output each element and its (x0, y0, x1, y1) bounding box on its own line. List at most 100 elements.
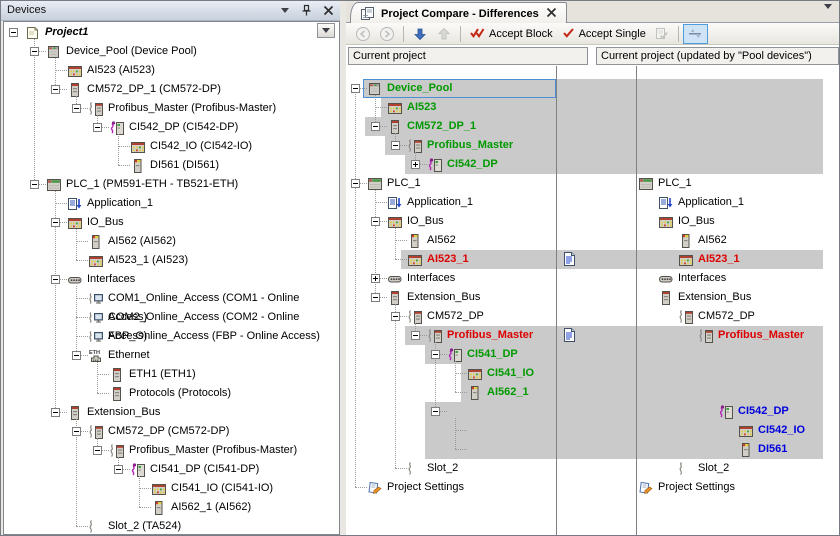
expander-collapse[interactable] (51, 218, 60, 227)
device-ci542-io-ci542-io-[interactable]: CI542_IO (CI542-IO) (150, 137, 252, 156)
previous-difference-button[interactable] (432, 24, 456, 44)
expander-collapse[interactable] (51, 85, 60, 94)
expander-collapse[interactable] (51, 275, 60, 284)
compare-left-ai562[interactable]: AI562 (427, 231, 456, 250)
device-com1-online-access-com1-online-access-[interactable]: COM1_Online_Access (COM1 - Online Access… (108, 289, 339, 308)
device-device-pool-device-pool-[interactable]: Device_Pool (Device Pool) (66, 42, 197, 61)
device-eth1-eth1-[interactable]: ETH1 (ETH1) (129, 365, 196, 384)
compare-right-interfaces[interactable]: Interfaces (678, 269, 726, 288)
device-ci542-dp-ci542-dp-[interactable]: CI542_DP (CI542-DP) (129, 118, 238, 137)
expander-collapse[interactable] (51, 408, 60, 417)
device-ai523-ai523-[interactable]: AI523 (AI523) (87, 61, 155, 80)
device-com2-online-access-com2-online-access-[interactable]: COM2_Online_Access (COM2 - Online Access… (108, 308, 339, 327)
device-ci541-io-ci541-io-[interactable]: CI541_IO (CI541-IO) (171, 479, 273, 498)
device-di561-di561-[interactable]: DI561 (DI561) (150, 156, 219, 175)
compare-left-profibus-master[interactable]: Profibus_Master (447, 326, 533, 345)
device-ai562-ai562-[interactable]: AI562 (AI562) (108, 232, 176, 251)
show-differences-toggle[interactable] (683, 24, 708, 44)
device-ai562-1-ai562-[interactable]: AI562_1 (AI562) (171, 498, 251, 517)
expander-collapse[interactable] (72, 427, 81, 436)
devices-dropdown-button[interactable] (317, 23, 335, 38)
compare-left-ci541-io[interactable]: CI541_IO (487, 364, 534, 383)
device-profibus-master-profibus-master-[interactable]: Profibus_Master (Profibus-Master) (129, 441, 297, 460)
compare-right-ai562[interactable]: AI562 (698, 231, 727, 250)
compare-left-cm572-dp[interactable]: CM572_DP (427, 307, 484, 326)
compare-right-application-1[interactable]: Application_1 (678, 193, 744, 212)
tab-project-compare[interactable]: Project Compare - Differences (350, 2, 567, 24)
expander-collapse[interactable] (431, 407, 440, 416)
compare-left-device-pool[interactable]: Device_Pool (387, 79, 452, 98)
compare-right-profibus-master[interactable]: Profibus_Master (718, 326, 804, 345)
expander-collapse[interactable] (72, 104, 81, 113)
device-profibus-master-profibus-master-[interactable]: Profibus_Master (Profibus-Master) (108, 99, 276, 118)
expander-collapse[interactable] (411, 331, 420, 340)
compare-right-plc-1[interactable]: PLC_1 (658, 174, 692, 193)
column-separator-right[interactable] (636, 66, 637, 535)
accept-block-button[interactable]: Accept Block (465, 24, 557, 44)
device-slot-2-ta524-[interactable]: Slot_2 (TA524) (108, 517, 181, 535)
compare-left-ai562-1[interactable]: AI562_1 (487, 383, 529, 402)
compare-left-io-bus[interactable]: IO_Bus (407, 212, 444, 231)
expander-collapse[interactable] (9, 28, 18, 37)
compare-left-application-1[interactable]: Application_1 (407, 193, 473, 212)
expander-collapse[interactable] (431, 350, 440, 359)
tab-close-icon[interactable] (544, 5, 559, 23)
column-separator-left[interactable] (556, 66, 557, 535)
compare-left-plc-1[interactable]: PLC_1 (387, 174, 421, 193)
device-interfaces[interactable]: Interfaces (87, 270, 135, 289)
expander-collapse[interactable] (391, 141, 400, 150)
device-ci541-dp-ci541-dp-[interactable]: CI541_DP (CI541-DP) (150, 460, 259, 479)
device-protocols-protocols-[interactable]: Protocols (Protocols) (129, 384, 231, 403)
compare-right-slot-2[interactable]: Slot_2 (698, 459, 729, 478)
compare-right-ci542-dp[interactable]: CI542_DP (738, 402, 789, 421)
compare-right-di561[interactable]: DI561 (758, 440, 787, 459)
compare-right-extension-bus[interactable]: Extension_Bus (678, 288, 751, 307)
device-cm572-dp-1-cm572-dp-[interactable]: CM572_DP_1 (CM572-DP) (87, 80, 221, 99)
device-extension-bus[interactable]: Extension_Bus (87, 403, 160, 422)
expander-collapse[interactable] (30, 180, 39, 189)
nav-forward-button[interactable] (375, 24, 399, 44)
expander-collapse[interactable] (391, 312, 400, 321)
compare-left-extension-bus[interactable]: Extension_Bus (407, 288, 480, 307)
expander-collapse[interactable] (114, 465, 123, 474)
compare-left-interfaces[interactable]: Interfaces (407, 269, 455, 288)
accept-single-button[interactable]: Accept Single (557, 24, 650, 44)
next-difference-button[interactable] (408, 24, 432, 44)
device-project1[interactable]: Project1 (45, 23, 88, 42)
device-application-1[interactable]: Application_1 (87, 194, 153, 213)
compare-right-ci542-io[interactable]: CI542_IO (758, 421, 805, 440)
compare-left-ai523-1[interactable]: AI523_1 (427, 250, 469, 269)
accept-all-button[interactable] (650, 24, 674, 44)
compare-left-cm572-dp-1[interactable]: CM572_DP_1 (407, 117, 476, 136)
expander-collapse[interactable] (371, 217, 380, 226)
expander-collapse[interactable] (30, 47, 39, 56)
expander-expand[interactable] (411, 160, 420, 169)
expander-collapse[interactable] (72, 351, 81, 360)
expander-collapse[interactable] (351, 179, 360, 188)
pin-icon[interactable] (299, 3, 314, 18)
compare-left-ai523[interactable]: AI523 (407, 98, 436, 117)
device-io-bus[interactable]: IO_Bus (87, 213, 124, 232)
compare-right-project-settings[interactable]: Project Settings (658, 478, 735, 497)
expander-collapse[interactable] (371, 293, 380, 302)
device-ai523-1-ai523-[interactable]: AI523_1 (AI523) (108, 251, 188, 270)
device-plc-1-pm591-eth-tb521-eth-[interactable]: PLC_1 (PM591-ETH - TB521-ETH) (66, 175, 238, 194)
panel-menu-icon[interactable] (277, 3, 292, 18)
tabstrip-menu-icon[interactable] (824, 9, 832, 21)
expander-expand[interactable] (371, 274, 380, 283)
expander-collapse[interactable] (371, 122, 380, 131)
device-cm572-dp-cm572-dp-[interactable]: CM572_DP (CM572-DP) (108, 422, 229, 441)
expander-collapse[interactable] (93, 446, 102, 455)
compare-right-ai523-1[interactable]: AI523_1 (698, 250, 740, 269)
compare-left-slot-2[interactable]: Slot_2 (427, 459, 458, 478)
expander-collapse[interactable] (93, 123, 102, 132)
nav-back-button[interactable] (351, 24, 375, 44)
compare-left-project-settings[interactable]: Project Settings (387, 478, 464, 497)
compare-left-profibus-master[interactable]: Profibus_Master (427, 136, 513, 155)
compare-left-ci542-dp[interactable]: CI542_DP (447, 155, 498, 174)
compare-right-cm572-dp[interactable]: CM572_DP (698, 307, 755, 326)
device-fbp-online-access-fbp-online-access-[interactable]: FBP_Online_Access (FBP - Online Access) (108, 327, 320, 346)
compare-right-io-bus[interactable]: IO_Bus (678, 212, 715, 231)
device-ethernet[interactable]: Ethernet (108, 346, 150, 365)
compare-left-ci541-dp[interactable]: CI541_DP (467, 345, 518, 364)
